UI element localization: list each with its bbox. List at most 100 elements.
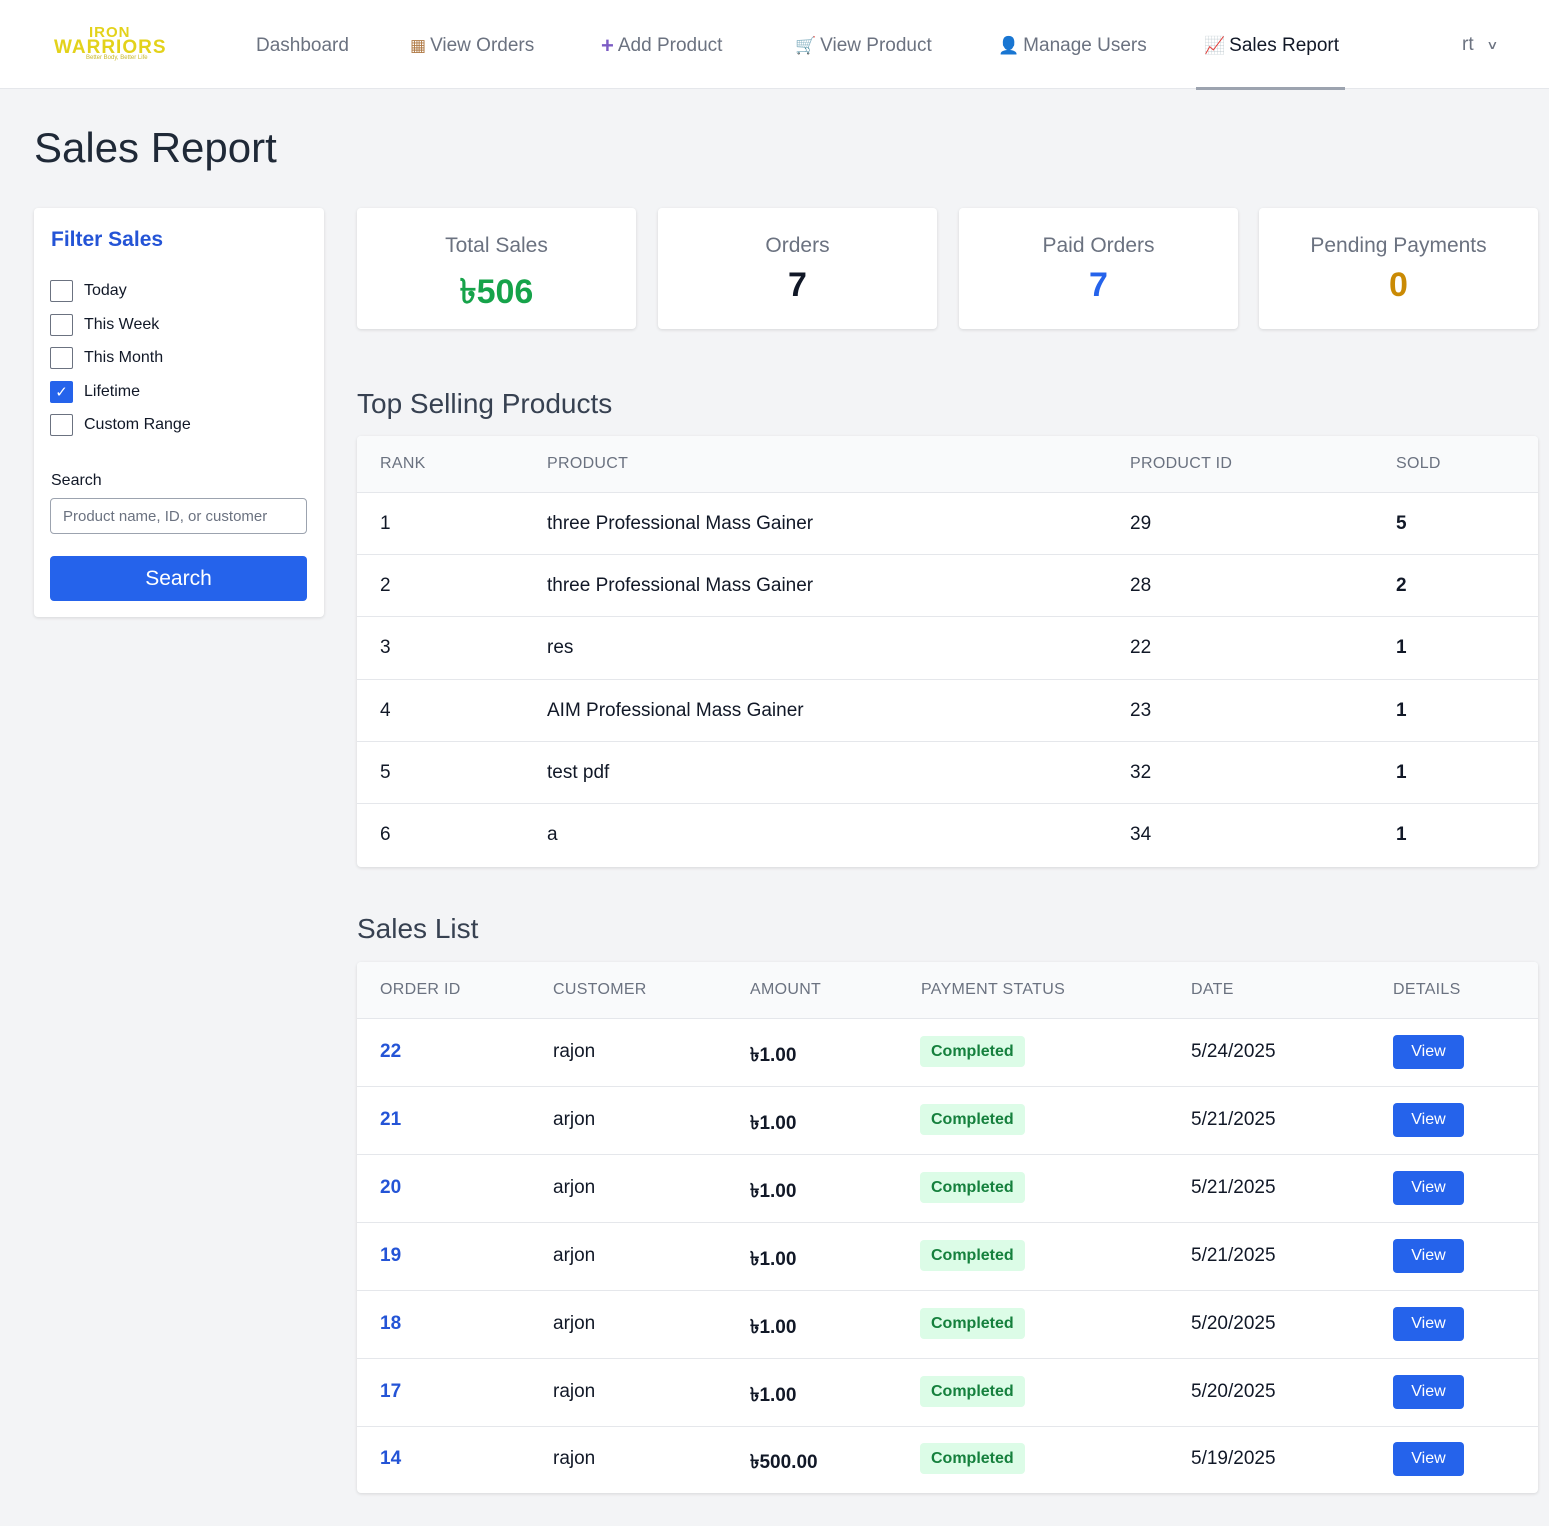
stat-label-orders: Orders	[765, 234, 830, 257]
search-button[interactable]: Search	[50, 556, 307, 601]
checkbox-this-month[interactable]	[50, 347, 73, 369]
cell-product-id: 34	[1130, 824, 1152, 845]
status-badge: Completed	[920, 1104, 1025, 1135]
nav-view-product[interactable]: 🛒 View Product	[795, 33, 932, 59]
filter-today[interactable]: Today	[50, 280, 127, 302]
nav-dashboard[interactable]: Dashboard	[256, 33, 349, 59]
filter-this-week-label: This Week	[84, 316, 160, 333]
active-tab-indicator	[1196, 87, 1345, 90]
cell-product-id: 29	[1130, 513, 1152, 534]
status-badge: Completed	[920, 1172, 1025, 1203]
table-row: 5 test pdf 32 1	[357, 742, 1538, 804]
cell-amount: ৳1.00	[750, 1385, 797, 1406]
checkbox-today[interactable]	[50, 280, 73, 302]
cell-amount: ৳1.00	[750, 1045, 797, 1066]
table-row: 20 arjon ৳1.00 Completed 5/21/2025 View	[357, 1155, 1538, 1223]
filter-lifetime[interactable]: ✓ Lifetime	[50, 381, 140, 403]
cell-sold: 5	[1396, 513, 1407, 534]
user-icon: 👤	[998, 36, 1020, 55]
filter-custom-range[interactable]: Custom Range	[50, 414, 191, 436]
filter-this-month[interactable]: This Month	[50, 347, 163, 369]
cell-product: AIM Professional Mass Gainer	[547, 700, 804, 721]
table-header: RANK PRODUCT PRODUCT ID SOLD	[357, 436, 1538, 493]
user-name: rt	[1462, 34, 1474, 55]
top-selling-title: Top Selling Products	[357, 388, 613, 419]
page-title: Sales Report	[34, 124, 277, 171]
checkmark-icon: ✓	[55, 384, 68, 401]
stat-card-pending-payments: Pending Payments 0	[1259, 208, 1538, 329]
stat-label-pending-payments: Pending Payments	[1310, 234, 1487, 257]
cell-rank: 6	[380, 824, 391, 845]
logo-tagline: Better Body, Better Life	[86, 55, 148, 61]
order-id-link[interactable]: 14	[380, 1448, 401, 1470]
sales-list-table: ORDER ID CUSTOMER AMOUNT PAYMENT STATUS …	[357, 962, 1538, 1493]
view-details-button[interactable]: View	[1393, 1375, 1464, 1409]
cell-product-id: 32	[1130, 762, 1152, 783]
cell-date: 5/19/2025	[1191, 1448, 1276, 1469]
nav-dashboard-label: Dashboard	[256, 35, 349, 56]
nav-view-product-label: View Product	[820, 35, 932, 56]
filter-today-label: Today	[84, 282, 127, 299]
stat-value-pending-payments: 0	[1389, 266, 1408, 304]
table-row: 21 arjon ৳1.00 Completed 5/21/2025 View	[357, 1087, 1538, 1155]
col-header-details: DETAILS	[1393, 981, 1461, 998]
cell-product-id: 23	[1130, 700, 1152, 721]
order-id-link[interactable]: 19	[380, 1245, 401, 1267]
view-details-button[interactable]: View	[1393, 1442, 1464, 1476]
order-id-link[interactable]: 17	[380, 1381, 401, 1403]
iron-warriors-logo[interactable]: IRON WARRIORS Better Body, Better Life	[52, 24, 190, 64]
checkbox-this-week[interactable]	[50, 314, 73, 336]
filter-this-week[interactable]: This Week	[50, 314, 159, 336]
cell-sold: 1	[1396, 637, 1407, 658]
view-details-button[interactable]: View	[1393, 1307, 1464, 1341]
col-header-date: DATE	[1191, 981, 1234, 998]
checkbox-lifetime[interactable]: ✓	[50, 381, 73, 403]
status-badge: Completed	[920, 1443, 1025, 1474]
cell-date: 5/21/2025	[1191, 1177, 1276, 1198]
cell-sold: 1	[1396, 762, 1407, 783]
order-id-link[interactable]: 22	[380, 1041, 401, 1063]
cell-product-id: 28	[1130, 575, 1152, 596]
package-icon: ▦	[410, 36, 427, 55]
col-header-order-id: ORDER ID	[380, 981, 461, 998]
cell-customer: rajon	[553, 1041, 596, 1062]
cell-product: test pdf	[547, 762, 610, 783]
checkbox-custom-range[interactable]	[50, 414, 73, 436]
stat-label-paid-orders: Paid Orders	[1042, 234, 1155, 257]
table-row: 14 rajon ৳500.00 Completed 5/19/2025 Vie…	[357, 1427, 1538, 1493]
cell-rank: 5	[380, 762, 391, 783]
table-row: 3 res 22 1	[357, 617, 1538, 680]
cell-customer: arjon	[553, 1245, 596, 1266]
cell-rank: 1	[380, 513, 391, 534]
table-row: 17 rajon ৳1.00 Completed 5/20/2025 View	[357, 1359, 1538, 1427]
nav-sales-report[interactable]: 📈 Sales Report	[1204, 33, 1339, 59]
view-details-button[interactable]: View	[1393, 1171, 1464, 1205]
user-menu[interactable]: rt ∨	[1462, 34, 1498, 56]
nav-manage-users[interactable]: 👤 Manage Users	[998, 33, 1147, 59]
stat-card-paid-orders: Paid Orders 7	[959, 208, 1238, 329]
status-badge: Completed	[920, 1308, 1025, 1339]
filter-this-month-label: This Month	[84, 349, 164, 366]
view-details-button[interactable]: View	[1393, 1239, 1464, 1273]
order-id-link[interactable]: 18	[380, 1313, 401, 1335]
search-input[interactable]	[50, 498, 307, 534]
stat-card-total-sales: Total Sales ৳506	[357, 208, 636, 329]
order-id-link[interactable]: 21	[380, 1109, 401, 1131]
cell-rank: 3	[380, 637, 391, 658]
table-row: 18 arjon ৳1.00 Completed 5/20/2025 View	[357, 1291, 1538, 1359]
cell-sold: 1	[1396, 824, 1407, 845]
view-details-button[interactable]: View	[1393, 1103, 1464, 1137]
nav-manage-users-label: Manage Users	[1023, 35, 1147, 56]
nav-view-orders[interactable]: ▦ View Orders	[410, 33, 534, 59]
cell-customer: arjon	[553, 1177, 596, 1198]
cell-customer: arjon	[553, 1109, 596, 1130]
view-details-button[interactable]: View	[1393, 1035, 1464, 1069]
order-id-link[interactable]: 20	[380, 1177, 401, 1199]
cell-product: three Professional Mass Gainer	[547, 513, 814, 534]
cell-amount: ৳1.00	[750, 1113, 797, 1134]
cell-amount: ৳1.00	[750, 1317, 797, 1338]
nav-add-product[interactable]: + Add Product	[601, 33, 722, 59]
nav-sales-report-label: Sales Report	[1229, 35, 1340, 56]
table-row: 4 AIM Professional Mass Gainer 23 1	[357, 680, 1538, 742]
table-row: 1 three Professional Mass Gainer 29 5	[357, 493, 1538, 555]
